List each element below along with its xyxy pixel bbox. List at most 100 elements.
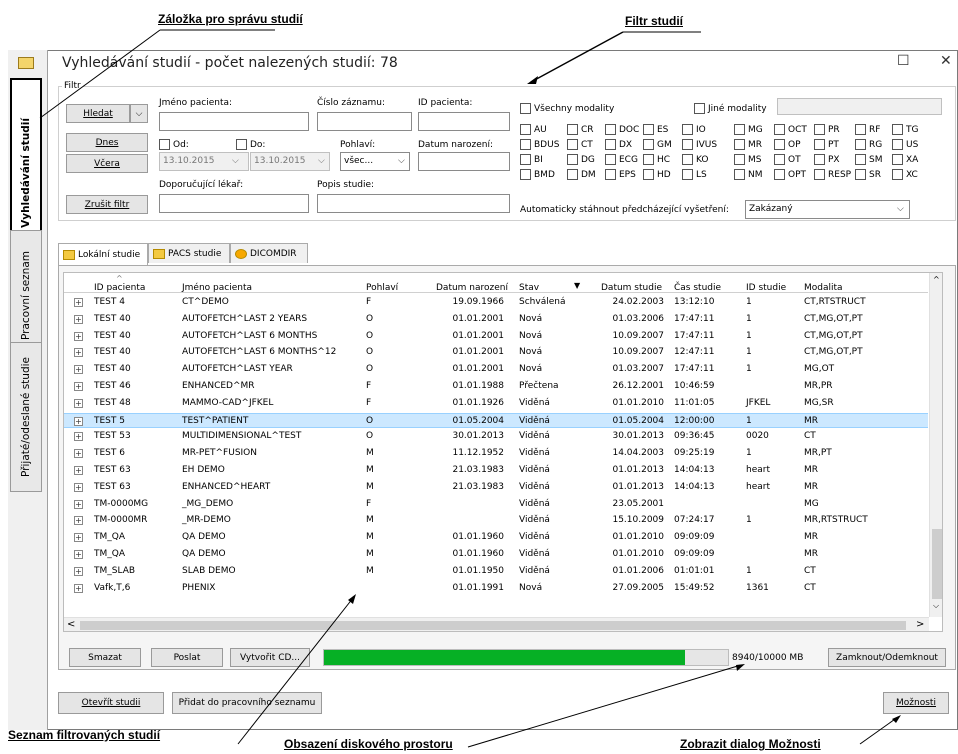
- modality-checkbox-es[interactable]: ES: [643, 124, 668, 135]
- close-icon[interactable]: ✕: [940, 53, 952, 69]
- modality-checkbox-cr[interactable]: CR: [567, 124, 594, 135]
- modality-checkbox-mg[interactable]: MG: [734, 124, 763, 135]
- table-row[interactable]: + TEST 48 MAMMO-CAD^JFKEL F 01.01.1926 Viděná…: [64, 396, 928, 411]
- tab-dicomdir[interactable]: DICOMDIR: [230, 243, 308, 263]
- column-header[interactable]: Stav: [519, 283, 539, 293]
- column-header[interactable]: Datum narození: [436, 283, 508, 293]
- filter-arrow-icon[interactable]: ▼: [574, 281, 580, 290]
- delete-button[interactable]: Smazat: [69, 648, 141, 667]
- modality-checkbox-bmd[interactable]: BMD: [520, 169, 555, 180]
- scroll-left-icon[interactable]: <: [67, 619, 75, 630]
- modality-checkbox-sr[interactable]: SR: [855, 169, 881, 180]
- table-row[interactable]: + TEST 6 MR-PET^FUSION M 11.12.1952 Viděná 14.…: [64, 446, 928, 461]
- send-button[interactable]: Poslat: [151, 648, 223, 667]
- modality-checkbox-pt[interactable]: PT: [814, 139, 839, 150]
- modality-checkbox-eps[interactable]: EPS: [605, 169, 636, 180]
- modality-checkbox-pr[interactable]: PR: [814, 124, 840, 135]
- table-row[interactable]: + TEST 4 CT^DEMO F 19.09.1966 Schválená 24.02.…: [64, 295, 928, 310]
- birth-date-input[interactable]: [418, 152, 510, 171]
- record-number-input[interactable]: [317, 112, 412, 131]
- options-button[interactable]: Možnosti: [883, 692, 949, 714]
- column-header[interactable]: ID studie: [746, 283, 786, 293]
- scroll-right-icon[interactable]: >: [916, 619, 924, 630]
- expand-icon[interactable]: +: [74, 449, 83, 459]
- modality-checkbox-rf[interactable]: RF: [855, 124, 880, 135]
- modality-checkbox-ot[interactable]: OT: [774, 154, 801, 165]
- modality-checkbox-px[interactable]: PX: [814, 154, 840, 165]
- expand-icon[interactable]: +: [74, 466, 83, 475]
- table-row[interactable]: + TEST 63 EH DEMO M 21.03.1983 Viděná 01.01.20…: [64, 463, 928, 478]
- expand-icon[interactable]: +: [74, 382, 83, 391]
- scrollbar-thumb[interactable]: [932, 529, 942, 599]
- scrollbar-thumb[interactable]: [80, 621, 906, 630]
- horizontal-scrollbar[interactable]: < >: [64, 617, 929, 631]
- tab-worklist[interactable]: Pracovní seznam: [10, 230, 42, 360]
- table-row[interactable]: + TEST 40 AUTOFETCH^LAST YEAR O 01.01.2001 No…: [64, 362, 928, 377]
- modality-checkbox-ivus[interactable]: IVUS: [682, 139, 717, 150]
- yesterday-button[interactable]: Včera: [66, 154, 148, 173]
- patient-id-input[interactable]: [418, 112, 510, 131]
- to-checkbox[interactable]: Do:: [236, 139, 265, 150]
- modality-checkbox-dx[interactable]: DX: [605, 139, 632, 150]
- modality-checkbox-xc[interactable]: XC: [892, 169, 918, 180]
- modality-checkbox-nm[interactable]: NM: [734, 169, 763, 180]
- table-row[interactable]: + TEST 40 AUTOFETCH^LAST 6 MONTHS O 01.01.20…: [64, 329, 928, 344]
- table-row[interactable]: + TM_SLAB SLAB DEMO M 01.01.1950 Viděná 01.01.…: [64, 564, 928, 579]
- table-row[interactable]: + TEST 53 MULTIDIMENSIONAL^TEST O 30.01.2013…: [64, 429, 928, 444]
- modality-checkbox-ecg[interactable]: ECG: [605, 154, 638, 165]
- expand-icon[interactable]: +: [74, 583, 83, 593]
- expand-icon[interactable]: +: [74, 298, 83, 307]
- all-modalities-checkbox[interactable]: Všechny modality: [520, 103, 614, 114]
- expand-icon[interactable]: +: [74, 432, 83, 442]
- modality-checkbox-bi[interactable]: BI: [520, 154, 543, 165]
- sort-ascending-icon[interactable]: ^: [116, 274, 123, 283]
- modality-checkbox-hc[interactable]: HC: [643, 154, 670, 165]
- modality-checkbox-gm[interactable]: GM: [643, 139, 672, 150]
- modality-checkbox-oct[interactable]: OCT: [774, 124, 807, 135]
- expand-icon[interactable]: +: [74, 331, 83, 341]
- table-row[interactable]: + TEST 40 AUTOFETCH^LAST 2 YEARS O 01.01.200…: [64, 312, 928, 327]
- table-row[interactable]: + TM-0000MR _MR-DEMO M Viděná 15.10.2009 07:24…: [64, 513, 928, 528]
- modality-checkbox-dm[interactable]: DM: [567, 169, 596, 180]
- study-table[interactable]: ^ ID pacienta Jméno pacienta Pohlaví Dat…: [63, 272, 943, 632]
- column-header[interactable]: Datum studie: [601, 283, 662, 293]
- modality-checkbox-dg[interactable]: DG: [567, 154, 595, 165]
- modality-checkbox-hd[interactable]: HD: [643, 169, 671, 180]
- modality-checkbox-ls[interactable]: LS: [682, 169, 707, 180]
- expand-icon[interactable]: +: [74, 516, 83, 526]
- folder-icon[interactable]: [18, 57, 34, 69]
- table-row[interactable]: + TEST 63 ENHANCED^HEART M 21.03.1983 Viděná 0…: [64, 480, 928, 495]
- other-modalities-checkbox[interactable]: Jiné modality: [694, 103, 767, 114]
- modality-checkbox-resp[interactable]: RESP: [814, 169, 851, 180]
- patient-name-input[interactable]: [159, 112, 309, 131]
- modality-checkbox-ct[interactable]: CT: [567, 139, 593, 150]
- modality-checkbox-op[interactable]: OP: [774, 139, 801, 150]
- expand-icon[interactable]: +: [74, 398, 83, 408]
- modality-checkbox-opt[interactable]: OPT: [774, 169, 806, 180]
- modality-checkbox-au[interactable]: AU: [520, 124, 547, 135]
- tab-pacs-studies[interactable]: PACS studie: [148, 243, 230, 263]
- tab-received-sent[interactable]: Přijaté/odeslané studie: [10, 342, 42, 492]
- search-dropdown-button[interactable]: ⌵: [130, 104, 148, 123]
- column-header[interactable]: Čas studie: [674, 283, 721, 293]
- modality-checkbox-rg[interactable]: RG: [855, 139, 882, 150]
- expand-icon[interactable]: +: [74, 482, 83, 492]
- expand-icon[interactable]: +: [74, 566, 83, 576]
- modality-checkbox-bdus[interactable]: BDUS: [520, 139, 559, 150]
- table-row[interactable]: + Vafk,T,6 PHENIX 01.01.1991 Nová 27.09.2005 1…: [64, 581, 928, 596]
- from-checkbox[interactable]: Od:: [159, 139, 189, 150]
- table-row[interactable]: + TEST 40 AUTOFETCH^LAST 6 MONTHS^12 O 01.01…: [64, 345, 928, 360]
- table-row[interactable]: + TM_QA QA DEMO M 01.01.1960 Viděná 01.01.2010…: [64, 530, 928, 545]
- modality-checkbox-io[interactable]: IO: [682, 124, 706, 135]
- column-header[interactable]: Jméno pacienta: [182, 283, 252, 293]
- column-header[interactable]: Pohlaví: [366, 283, 398, 293]
- modality-checkbox-ms[interactable]: MS: [734, 154, 761, 165]
- modality-checkbox-xa[interactable]: XA: [892, 154, 918, 165]
- table-row[interactable]: + TEST 46 ENHANCED^MR F 01.01.1988 Přečtena 26…: [64, 379, 928, 394]
- expand-icon[interactable]: +: [74, 416, 83, 426]
- modality-checkbox-ko[interactable]: KO: [682, 154, 709, 165]
- expand-icon[interactable]: +: [74, 365, 83, 375]
- auto-download-select[interactable]: Zakázaný: [745, 200, 910, 219]
- table-row[interactable]: + TM-0000MG _MG_DEMO F Viděná 23.05.2001 MG: [64, 497, 928, 512]
- expand-icon[interactable]: +: [74, 550, 83, 559]
